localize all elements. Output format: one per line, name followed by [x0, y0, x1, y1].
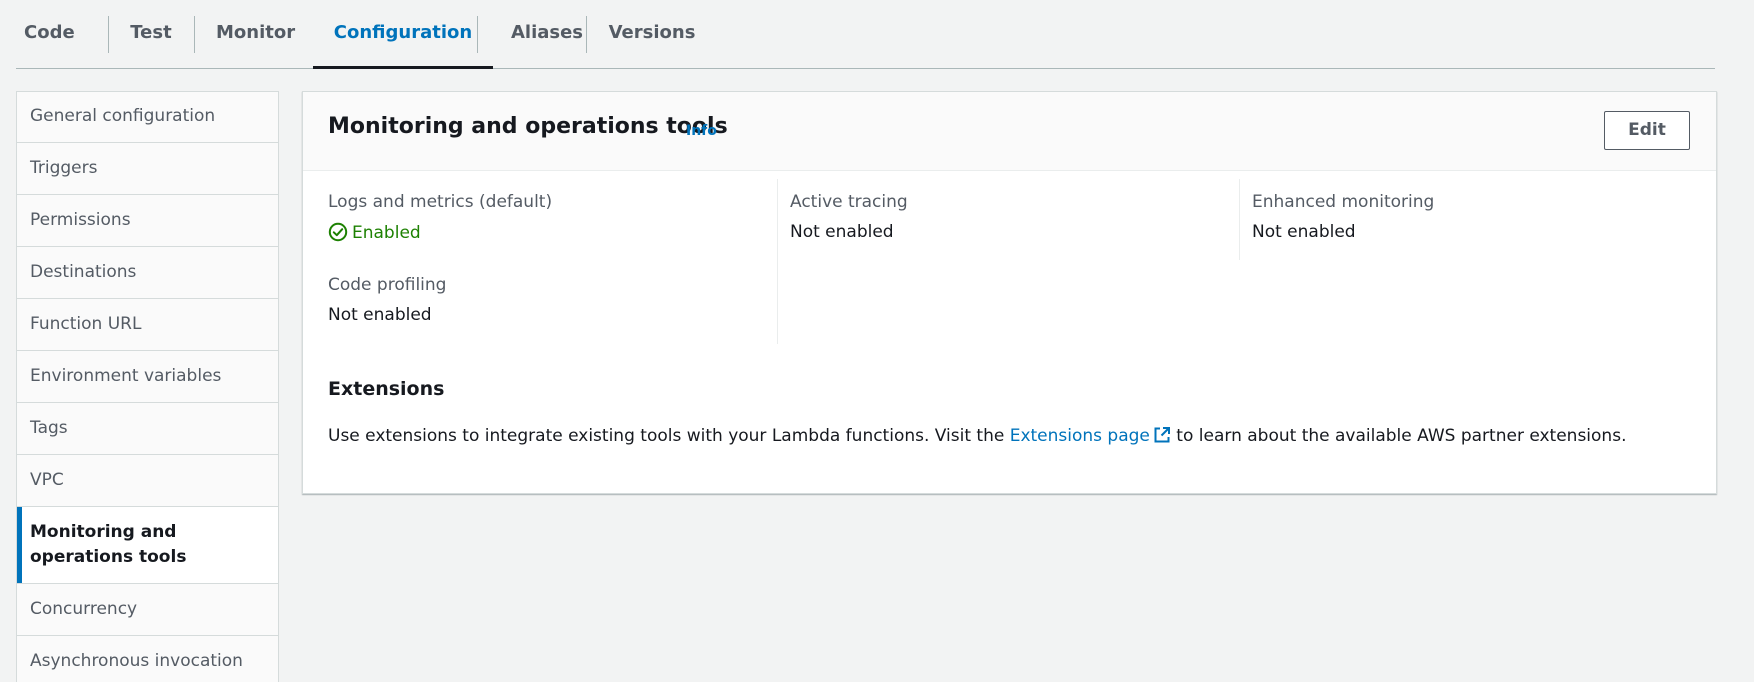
enhanced-monitoring-value: Not enabled — [1252, 222, 1356, 242]
extensions-text-after: to learn about the available AWS partner… — [1170, 426, 1627, 446]
sidebar-item-label: Triggers — [30, 158, 98, 178]
sidebar-item-environment-variables[interactable]: Environment variables — [17, 350, 278, 402]
sidebar-item-label: General configuration — [30, 106, 216, 126]
tab-bar: Code Test Monitor Configuration Aliases … — [16, 0, 1715, 69]
sidebar-item-triggers[interactable]: Triggers — [17, 142, 278, 194]
sidebar-item-monitoring-and-operations-tools[interactable]: Monitoring and operations tools — [17, 506, 278, 583]
column-divider — [777, 179, 778, 344]
sidebar-item-tags[interactable]: Tags — [17, 402, 278, 454]
sidebar-item-destinations[interactable]: Destinations — [17, 246, 278, 298]
sidebar-item-vpc[interactable]: VPC — [17, 454, 278, 506]
monitoring-tools-panel: Monitoring and operations tools Info Edi… — [302, 91, 1717, 494]
code-profiling-label: Code profiling — [328, 275, 447, 295]
sidebar-item-concurrency[interactable]: Concurrency — [17, 583, 278, 635]
sidebar-item-label: Tags — [30, 418, 68, 438]
sidebar-item-label: Destinations — [30, 262, 137, 282]
configuration-sidebar: General configuration Triggers Permissio… — [16, 91, 279, 682]
sidebar-item-label: Function URL — [30, 314, 142, 334]
logs-metrics-value: Enabled — [352, 223, 421, 243]
sidebar-item-label: Environment variables — [30, 366, 222, 386]
tab-configuration[interactable]: Configuration — [313, 0, 493, 69]
tab-divider — [194, 16, 195, 53]
tab-code[interactable]: Code — [24, 0, 75, 68]
logs-metrics-status: Enabled — [328, 222, 421, 247]
extensions-heading: Extensions — [328, 378, 445, 400]
sidebar-item-general-configuration[interactable]: General configuration — [17, 92, 278, 142]
check-circle-icon — [328, 222, 348, 247]
panel-header: Monitoring and operations tools Info Edi… — [303, 92, 1716, 171]
active-tracing-label: Active tracing — [790, 192, 908, 212]
extensions-description: Use extensions to integrate existing too… — [328, 426, 1626, 449]
column-divider — [1239, 179, 1240, 260]
external-link-icon — [1153, 426, 1171, 449]
sidebar-item-function-url[interactable]: Function URL — [17, 298, 278, 350]
tab-aliases[interactable]: Aliases — [500, 0, 594, 68]
sidebar-item-label: VPC — [30, 470, 64, 490]
tab-monitor[interactable]: Monitor — [216, 0, 295, 68]
logs-metrics-label: Logs and metrics (default) — [328, 192, 553, 212]
extensions-page-link[interactable]: Extensions page — [1010, 426, 1171, 446]
sidebar-item-label: Asynchronous invocation — [30, 651, 243, 671]
extensions-text-before: Use extensions to integrate existing too… — [328, 426, 1010, 446]
info-link[interactable]: Info — [686, 123, 717, 139]
sidebar-item-label: Permissions — [30, 210, 131, 230]
extensions-link-label: Extensions page — [1009, 426, 1150, 446]
sidebar-item-label: Concurrency — [30, 599, 138, 619]
enhanced-monitoring-label: Enhanced monitoring — [1252, 192, 1435, 212]
tab-divider — [108, 16, 109, 53]
code-profiling-value: Not enabled — [328, 305, 432, 325]
panel-title: Monitoring and operations tools — [328, 114, 728, 139]
sidebar-item-label: Monitoring and operations tools — [30, 522, 187, 567]
tab-divider — [477, 16, 478, 53]
sidebar-item-permissions[interactable]: Permissions — [17, 194, 278, 246]
edit-button[interactable]: Edit — [1604, 111, 1690, 150]
active-tracing-value: Not enabled — [790, 222, 894, 242]
tab-versions[interactable]: Versions — [608, 0, 696, 68]
tab-test[interactable]: Test — [130, 0, 172, 68]
tab-divider — [586, 16, 587, 53]
